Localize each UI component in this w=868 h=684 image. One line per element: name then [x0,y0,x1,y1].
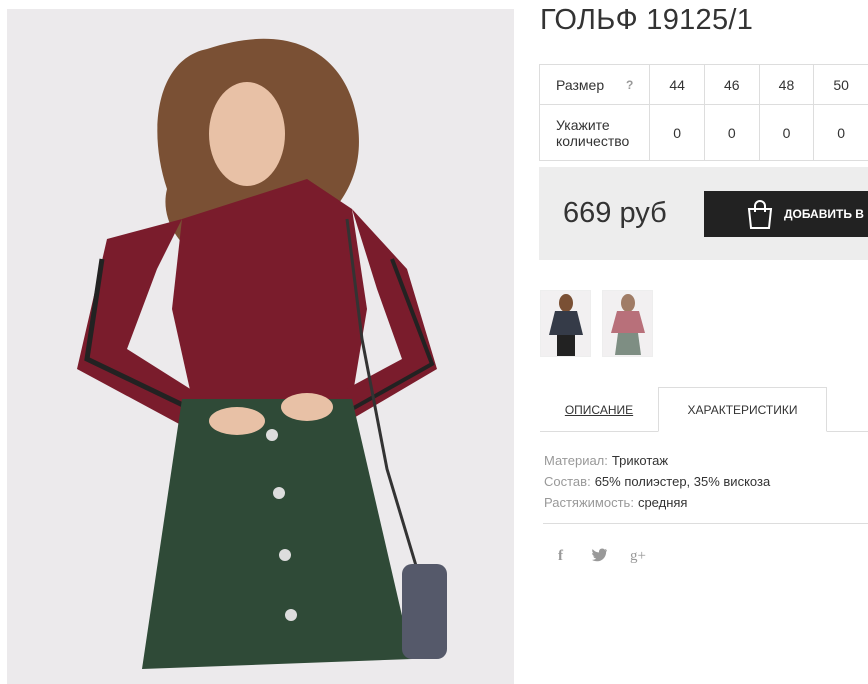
product-price: 669 руб [563,197,667,229]
google-plus-icon[interactable]: g+ [630,548,646,565]
size-label-cell: Размер ? [538,64,651,105]
characteristic-row: Состав: 65% полиэстер, 35% вискоза [544,471,770,492]
characteristic-key: Материал: [544,453,608,468]
price-panel: 669 руб ДОБАВИТЬ В [539,167,868,260]
characteristic-row: Растяжимость: средняя [544,492,770,513]
product-thumbnail[interactable] [540,290,591,357]
size-option[interactable]: 48 [758,64,815,105]
help-icon[interactable]: ? [626,77,633,93]
product-title: ГОЛЬФ 19125/1 [540,4,754,36]
size-option[interactable]: 50 [813,64,868,105]
section-divider [543,523,868,524]
size-label: Размер [556,76,605,93]
size-option[interactable]: 46 [703,64,760,105]
add-to-cart-label: ДОБАВИТЬ В [784,207,864,221]
twitter-icon[interactable] [592,548,608,566]
characteristic-value: Трикотаж [611,453,669,468]
size-quantity-table: Размер ? 44 46 48 50 Укажите количество … [538,64,868,161]
product-main-image[interactable] [7,9,514,684]
quantity-input[interactable]: 0 [813,104,868,161]
tab-description[interactable]: ОПИСАНИЕ [540,387,658,432]
characteristics-list: Материал: Трикотаж Состав: 65% полиэстер, … [544,450,770,513]
size-option[interactable]: 44 [649,64,705,105]
facebook-icon[interactable]: f [558,548,563,565]
tab-characteristics[interactable]: ХАРАКТЕРИСТИКИ [658,387,827,432]
quantity-label: Укажите количество [538,104,651,161]
product-thumbnail[interactable] [602,290,653,357]
characteristic-key: Растяжимость: [544,495,634,510]
quantity-input[interactable]: 0 [703,104,760,161]
shopping-bag-icon [747,200,773,229]
quantity-input[interactable]: 0 [649,104,705,161]
product-tabs: ОПИСАНИЕ ХАРАКТЕРИСТИКИ [540,387,868,432]
characteristic-value: 65% полиэстер, 35% вискоза [594,474,771,489]
characteristic-row: Материал: Трикотаж [544,450,770,471]
characteristic-key: Состав: [544,474,591,489]
characteristic-value: средняя [637,495,688,510]
quantity-input[interactable]: 0 [758,104,815,161]
add-to-cart-button[interactable]: ДОБАВИТЬ В [704,191,868,237]
